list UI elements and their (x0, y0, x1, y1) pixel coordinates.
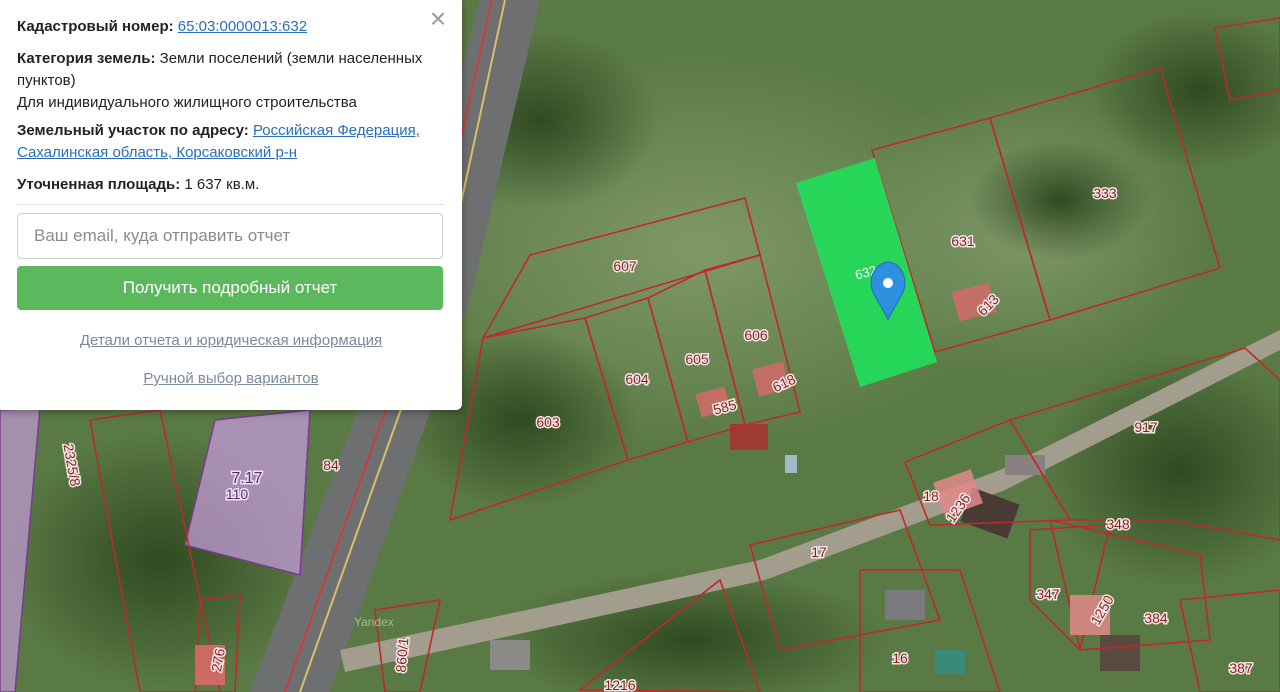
parcel-label: 606 (744, 327, 768, 343)
parcel-label: 84 (323, 457, 339, 473)
category-row: Категория земель: Земли поселений (земли… (17, 48, 445, 114)
parcel-label: 384 (1144, 610, 1168, 626)
zone-label: 7.17 (231, 470, 262, 487)
cadastral-label: Кадастровый номер: (17, 18, 174, 35)
map-watermark: Yandex (354, 615, 394, 629)
parcel-info-card: × Кадастровый номер: 65:03:0000013:632 К… (0, 0, 462, 410)
parcel-label: 604 (625, 371, 649, 387)
cadastral-number-link[interactable]: 65:03:0000013:632 (178, 18, 307, 35)
land-use-value: Для индивидуального жилищного строительс… (17, 94, 357, 111)
parcel-label: 333 (1093, 185, 1117, 201)
get-report-button[interactable]: Получить подробный отчет (17, 266, 443, 310)
parcel-label: 17 (811, 544, 827, 560)
parcel-label: 16 (892, 650, 908, 666)
parcel-label: 860/1 (393, 637, 412, 674)
parcel-label: 917 (1134, 419, 1158, 435)
address-row: Земельный участок по адресу: Российская … (17, 120, 445, 164)
parcel-label: 348 (1106, 516, 1130, 532)
address-label: Земельный участок по адресу: (17, 122, 249, 139)
close-icon[interactable]: × (426, 5, 450, 33)
parcel-label: 605 (685, 351, 709, 367)
parcel-label: 110 (226, 486, 249, 502)
parcel-label: 1216 (604, 677, 635, 692)
divider (17, 204, 445, 205)
cadastral-row: Кадастровый номер: 65:03:0000013:632 (17, 16, 445, 38)
parcel-label: 631 (951, 233, 975, 249)
parcel-label: 18 (923, 488, 939, 504)
area-value: 1 637 кв.м. (184, 176, 260, 193)
category-label: Категория земель: (17, 50, 156, 67)
area-label: Уточненная площадь: (17, 176, 181, 193)
parcel-label: 603 (536, 414, 560, 430)
report-details-link[interactable]: Детали отчета и юридическая информация (17, 330, 445, 352)
parcel-label: 347 (1036, 586, 1060, 602)
area-row: Уточненная площадь: 1 637 кв.м. (17, 174, 445, 196)
parcel-label: 387 (1229, 660, 1253, 676)
manual-selection-link[interactable]: Ручной выбор вариантов (17, 368, 445, 390)
email-input[interactable] (17, 213, 443, 259)
parcel-label: 607 (613, 258, 637, 274)
